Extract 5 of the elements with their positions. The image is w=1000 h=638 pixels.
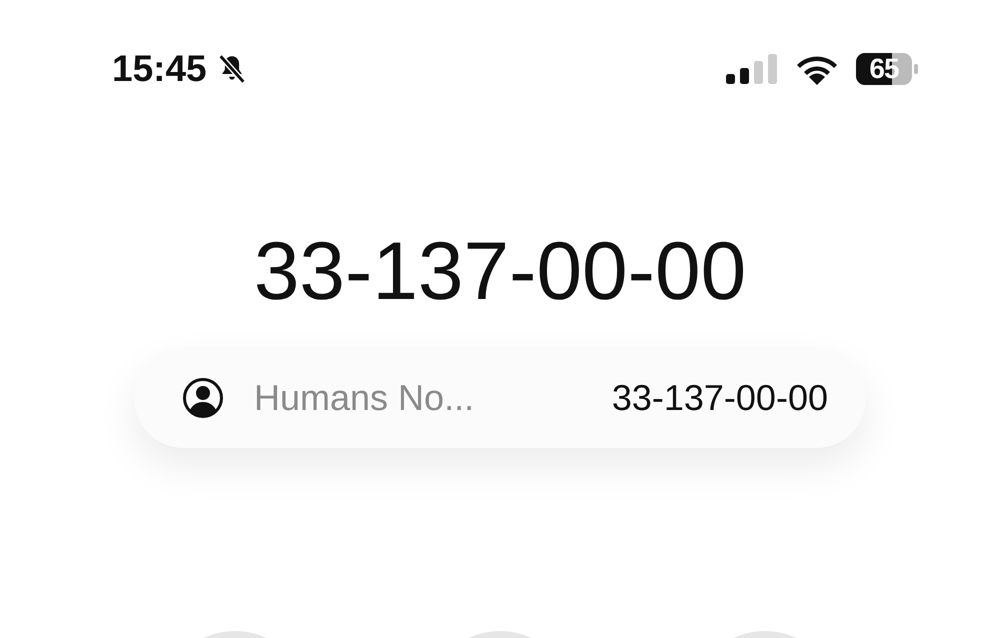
- signal-icon: [726, 54, 778, 84]
- contact-suggestion[interactable]: Humans No... 33-137-00-00: [134, 347, 866, 448]
- person-icon: [182, 376, 224, 418]
- clock-time: 15:45: [112, 48, 207, 90]
- dialed-number: 33-137-00-00: [254, 225, 746, 319]
